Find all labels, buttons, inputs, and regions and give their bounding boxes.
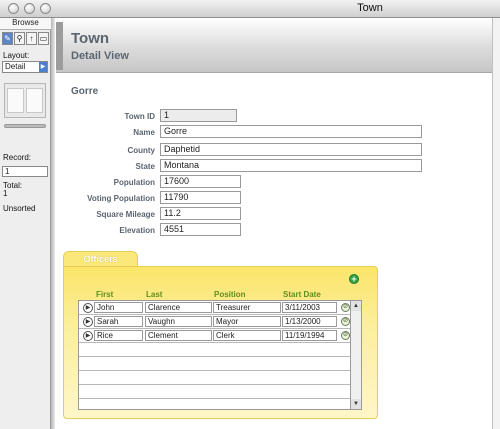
portal-scrollbar[interactable]: ▲ ▼	[350, 301, 361, 409]
delete-row-icon[interactable]: ⊘	[341, 317, 350, 326]
name-field[interactable]: Gorre	[160, 125, 422, 138]
empty-row[interactable]	[79, 343, 351, 357]
officer-position-cell[interactable]: Clerk	[213, 330, 281, 341]
officer-first-cell[interactable]: John	[94, 302, 143, 313]
tab-officers[interactable]: Officers	[63, 251, 138, 267]
elevation-label: Elevation	[119, 226, 155, 235]
table-row[interactable]: ▶ Sarah Vaughn Mayor 1/13/2000 ⊘	[79, 315, 351, 329]
officer-first-cell[interactable]: Rice	[94, 330, 143, 341]
add-officer-icon[interactable]: +	[349, 274, 359, 284]
officer-last-cell[interactable]: Clement	[145, 330, 212, 341]
voting-population-field[interactable]: 11790	[160, 191, 241, 204]
table-row[interactable]: ▶ Rice Clement Clerk 11/19/1994 ⊘	[79, 329, 351, 343]
layout-select-value: Detail	[5, 62, 26, 71]
delete-row-icon[interactable]: ⊘	[341, 303, 350, 312]
county-label: County	[127, 146, 155, 155]
town-id-label: Town ID	[124, 112, 155, 121]
window-scrollbar[interactable]	[492, 18, 500, 429]
population-field[interactable]: 17600	[160, 175, 241, 188]
column-header-last: Last	[146, 290, 163, 299]
empty-row[interactable]	[79, 385, 351, 399]
find-mode-icon[interactable]: ⚲	[14, 32, 25, 45]
layout-header: Town Detail View	[56, 18, 500, 73]
empty-row[interactable]	[79, 371, 351, 385]
officer-last-cell[interactable]: Clarence	[145, 302, 212, 313]
delete-row-icon[interactable]: ⊘	[341, 331, 350, 340]
officer-last-cell[interactable]: Vaughn	[145, 316, 212, 327]
voting-population-label: Voting Population	[87, 194, 155, 203]
layout-select[interactable]: Detail ▶	[2, 61, 48, 73]
officer-start-date-cell[interactable]: 3/11/2003	[282, 302, 337, 313]
window-title-bar: Town	[0, 0, 500, 18]
column-header-first: First	[96, 290, 114, 299]
go-to-record-icon[interactable]: ▶	[83, 317, 93, 327]
table-row[interactable]: ▶ John Clarence Treasurer 3/11/2003 ⊘	[79, 301, 351, 315]
layout-label: Layout:	[3, 51, 30, 60]
state-field[interactable]: Montana	[160, 159, 422, 172]
mode-label: Browse	[0, 18, 51, 30]
officer-first-cell[interactable]: Sarah	[94, 316, 143, 327]
header-accent-bar	[56, 22, 63, 70]
officer-position-cell[interactable]: Mayor	[213, 316, 281, 327]
status-area-divider[interactable]	[51, 18, 55, 429]
book-prev-page[interactable]	[7, 88, 24, 113]
officer-start-date-cell[interactable]: 11/19/1994	[282, 330, 337, 341]
scroll-up-icon[interactable]: ▲	[351, 301, 361, 311]
go-to-record-icon[interactable]: ▶	[83, 303, 93, 313]
officers-portal[interactable]: ▶ John Clarence Treasurer 3/11/2003 ⊘ ▶ …	[78, 300, 362, 410]
mode-toolbar: ✎ ⚲ ↑ ▭	[2, 32, 49, 45]
officer-position-cell[interactable]: Treasurer	[213, 302, 281, 313]
county-field[interactable]: Daphetid	[160, 143, 422, 156]
name-label: Name	[133, 128, 155, 137]
column-header-start-date: Start Date	[283, 290, 321, 299]
officer-start-date-cell[interactable]: 1/13/2000	[282, 316, 337, 327]
state-label: State	[135, 162, 155, 171]
chevron-right-icon: ▶	[39, 62, 47, 72]
go-to-record-icon[interactable]: ▶	[83, 331, 93, 341]
empty-row[interactable]	[79, 357, 351, 371]
window-title: Town	[357, 2, 383, 14]
town-id-field[interactable]: 1	[160, 109, 237, 122]
book-next-page[interactable]	[26, 88, 43, 113]
browse-mode-icon[interactable]: ✎	[2, 32, 13, 45]
square-mileage-field[interactable]: 11.2	[160, 207, 241, 220]
square-mileage-label: Square Mileage	[96, 210, 155, 219]
page-subtitle: Detail View	[71, 50, 129, 62]
elevation-field[interactable]: 4551	[160, 223, 241, 236]
column-header-position: Position	[214, 290, 246, 299]
population-label: Population	[113, 178, 155, 187]
preview-mode-icon[interactable]: ▭	[38, 32, 49, 45]
page-title: Town	[71, 30, 110, 47]
record-heading: Gorre	[71, 86, 99, 97]
scroll-down-icon[interactable]: ▼	[351, 399, 361, 409]
status-area: Browse ✎ ⚲ ↑ ▭ Layout: Detail ▶ Record: …	[0, 18, 51, 429]
layout-mode-icon[interactable]: ↑	[26, 32, 37, 45]
